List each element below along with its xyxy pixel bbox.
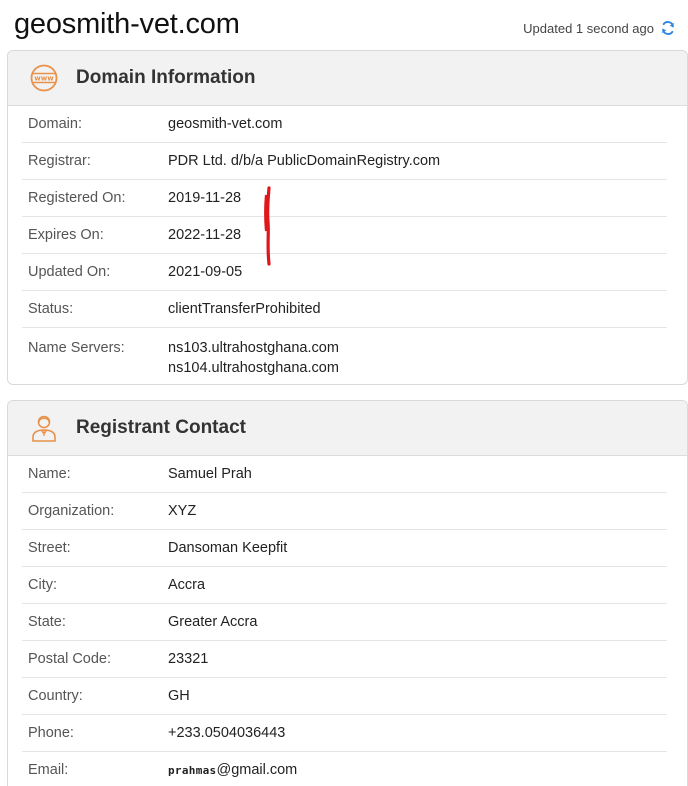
name-servers-list: ns103.ultrahostghana.com ns104.ultrahost… <box>168 338 339 378</box>
page-title: geosmith-vet.com <box>14 8 240 40</box>
row-value: Dansoman Keepfit <box>168 540 288 556</box>
domain-information-header: www Domain Information <box>8 51 687 106</box>
registrant-contact-rows: Name: Samuel Prah Organization: XYZ Stre… <box>22 456 667 786</box>
domain-row: Domain: geosmith-vet.com <box>22 106 667 143</box>
row-value: XYZ <box>168 503 197 519</box>
row-value: 2021-09-05 <box>168 264 243 280</box>
row-label: Name: <box>28 466 71 482</box>
row-value: 2019-11-28 <box>168 190 242 206</box>
row-value: +233.0504036443 <box>168 725 286 741</box>
row-label: Registered On: <box>28 190 126 206</box>
row-value: Samuel Prah <box>168 466 252 482</box>
row-label: Street: <box>28 540 71 556</box>
row-label: Name Servers: <box>28 340 125 356</box>
row-label: State: <box>28 614 66 630</box>
svg-text:www: www <box>34 75 54 83</box>
state-row: State: Greater Accra <box>22 604 667 641</box>
country-row: Country: GH <box>22 678 667 715</box>
row-label: Status: <box>28 301 74 317</box>
row-label: Postal Code: <box>28 651 112 667</box>
row-value: 2022-11-28 <box>168 227 242 243</box>
expires-on-row: Expires On: 2022-11-28 <box>22 217 667 254</box>
row-label: Phone: <box>28 725 74 741</box>
registrar-row: Registrar: PDR Ltd. d/b/a PublicDomainRe… <box>22 143 667 180</box>
row-value: GH <box>168 688 190 704</box>
row-value: PDR Ltd. d/b/a PublicDomainRegistry.com <box>168 153 441 169</box>
domain-information-card: www Domain Information Domain: geosmith-… <box>7 50 688 385</box>
domain-information-rows: Domain: geosmith-vet.com Registrar: PDR … <box>22 106 667 384</box>
name-server: ns103.ultrahostghana.com <box>168 340 339 356</box>
person-icon <box>28 412 60 444</box>
row-value: Greater Accra <box>168 614 258 630</box>
name-server: ns104.ultrahostghana.com <box>168 360 339 376</box>
row-label: Expires On: <box>28 227 104 243</box>
name-servers-row: Name Servers: ns103.ultrahostghana.com n… <box>22 328 667 384</box>
row-value: 23321 <box>168 651 209 667</box>
email-row: Email: prahmas@gmail.com <box>22 752 667 786</box>
phone-row: Phone: +233.0504036443 <box>22 715 667 752</box>
row-value: clientTransferProhibited <box>168 301 321 317</box>
registered-on-row: Registered On: 2019-11-28 <box>22 180 667 217</box>
email-user: prahmas <box>168 764 217 777</box>
status-row: Status: clientTransferProhibited <box>22 291 667 328</box>
city-row: City: Accra <box>22 567 667 604</box>
email-value: prahmas@gmail.com <box>168 762 297 778</box>
registrant-contact-card: Registrant Contact Name: Samuel Prah Org… <box>7 400 688 786</box>
whois-page: geosmith-vet.com Updated 1 second ago ww… <box>0 0 688 786</box>
organization-row: Organization: XYZ <box>22 493 667 530</box>
updated-text: Updated 1 second ago <box>523 20 654 36</box>
street-row: Street: Dansoman Keepfit <box>22 530 667 567</box>
row-value: geosmith-vet.com <box>168 116 283 132</box>
registrant-contact-title: Registrant Contact <box>76 417 246 438</box>
www-globe-icon: www <box>28 62 60 94</box>
row-label: Registrar: <box>28 153 91 169</box>
name-row: Name: Samuel Prah <box>22 456 667 493</box>
red-annotation-mark <box>264 186 271 266</box>
updated-status: Updated 1 second ago <box>523 20 676 36</box>
updated-on-row: Updated On: 2021-09-05 <box>22 254 667 291</box>
row-label: Country: <box>28 688 83 704</box>
row-value: Accra <box>168 577 206 593</box>
row-label: Domain: <box>28 116 82 132</box>
row-label: Organization: <box>28 503 115 519</box>
email-domain: @gmail.com <box>216 762 298 778</box>
refresh-icon[interactable] <box>660 20 676 36</box>
row-label: Email: <box>28 762 69 778</box>
postal-code-row: Postal Code: 23321 <box>22 641 667 678</box>
row-label: Updated On: <box>28 264 111 280</box>
row-label: City: <box>28 577 57 593</box>
domain-information-title: Domain Information <box>76 67 256 88</box>
registrant-contact-header: Registrant Contact <box>8 401 687 456</box>
